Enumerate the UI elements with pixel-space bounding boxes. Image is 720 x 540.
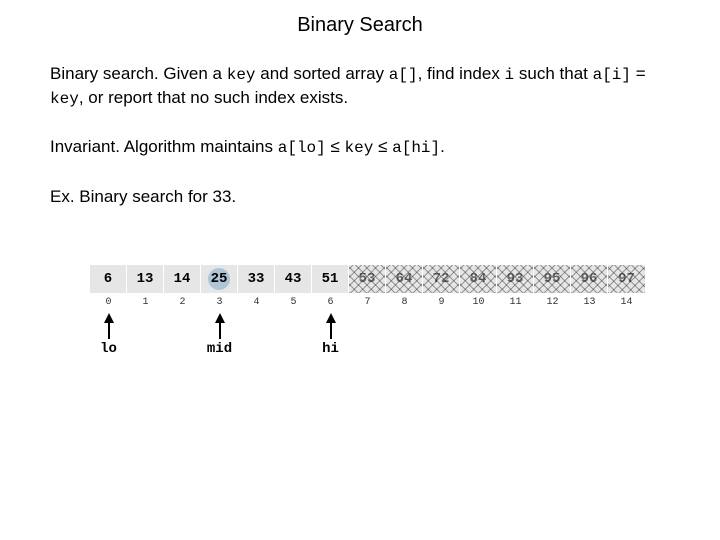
array-index: 13 [571,293,608,313]
p3-lead: Ex. [50,187,75,206]
array-index: 7 [349,293,386,313]
array-index: 0 [90,293,127,313]
array-cell-value: 97 [618,271,635,287]
array-cell: 96 [571,265,608,293]
array-cell: 97 [608,265,645,293]
p1-c3: i [505,66,515,84]
arrow-hi: hi [312,313,349,357]
array-cell: 93 [497,265,534,293]
array-cell-value: 51 [322,271,339,287]
p2-dot: . [440,137,445,156]
p1-c2: a[] [389,66,418,84]
array-index: 12 [534,293,571,313]
array-cell: 95 [534,265,571,293]
array-cell-value: 95 [544,271,561,287]
array-cell-value: 43 [285,271,302,287]
index-row: 01234567891011121314 [90,293,650,313]
array-cell: 6 [90,265,127,293]
body: Binary search. Given a key and sorted ar… [0,63,720,209]
up-arrow-icon [324,313,338,339]
array-cell: 53 [349,265,386,293]
array-cell: 72 [423,265,460,293]
p2-c2: key [345,139,374,157]
p2-t1: Algorithm maintains [120,137,278,156]
array-cell-value: 13 [137,271,154,287]
array-cell: 25 [201,265,238,293]
p2-c3: a[hi] [392,139,440,157]
p2-lead: Invariant. [50,137,120,156]
array-index: 4 [238,293,275,313]
p1-t5: = [631,64,646,83]
paragraph-2: Invariant. Algorithm maintains a[lo] ≤ k… [50,136,670,160]
arrow-hi-label: hi [312,341,349,357]
p3-t1: Binary search for 33. [75,187,237,206]
arrow-lo-label: lo [90,341,127,357]
p1-lead: Binary search. [50,64,159,83]
arrow-row: lo mid hi [90,313,650,363]
array-index: 6 [312,293,349,313]
array-index: 5 [275,293,312,313]
array-index: 11 [497,293,534,313]
array-index: 1 [127,293,164,313]
array-cell: 14 [164,265,201,293]
paragraph-1: Binary search. Given a key and sorted ar… [50,63,670,110]
array-cell: 33 [238,265,275,293]
page-title: Binary Search [0,0,720,37]
array-index: 3 [201,293,238,313]
array-index: 10 [460,293,497,313]
array-cell-value: 14 [174,271,191,287]
paragraph-3: Ex. Binary search for 33. [50,186,670,209]
array-cell: 64 [386,265,423,293]
up-arrow-icon [213,313,227,339]
p1-c4: a[i] [593,66,631,84]
p1-t1: Given a [159,64,227,83]
p1-t3: , find index [418,64,505,83]
array-index: 9 [423,293,460,313]
array-index: 14 [608,293,645,313]
array-index: 8 [386,293,423,313]
array-cell: 84 [460,265,497,293]
array-index: 2 [164,293,201,313]
array-cell-value: 93 [507,271,524,287]
array-cell-value: 33 [248,271,265,287]
arrow-mid: mid [201,313,238,357]
p1-t2: and sorted array [256,64,389,83]
p1-t4: such that [514,64,592,83]
array-cell: 43 [275,265,312,293]
array-cell: 51 [312,265,349,293]
array-cell-value: 25 [211,271,228,287]
arrow-mid-label: mid [201,341,238,357]
array-cell: 13 [127,265,164,293]
array-cell-value: 64 [396,271,413,287]
arrow-lo: lo [90,313,127,357]
p1-c1: key [227,66,256,84]
array-cell-value: 84 [470,271,487,287]
p2-c1: a[lo] [278,139,326,157]
p2-le2: ≤ [373,137,392,156]
array-cell-value: 96 [581,271,598,287]
up-arrow-icon [102,313,116,339]
array-cell-value: 53 [359,271,376,287]
p2-le1: ≤ [326,137,345,156]
array-cell-value: 6 [104,271,112,287]
value-row: 6 13 14 25 33 43 51 53 64 72 84 93 95 96 97 [90,265,650,293]
p1-c5: key [50,90,79,108]
array-diagram: 61314253343515364728493959697 0123456789… [90,265,650,363]
array-cell-value: 72 [433,271,450,287]
p1-t6: , or report that no such index exists. [79,88,348,107]
